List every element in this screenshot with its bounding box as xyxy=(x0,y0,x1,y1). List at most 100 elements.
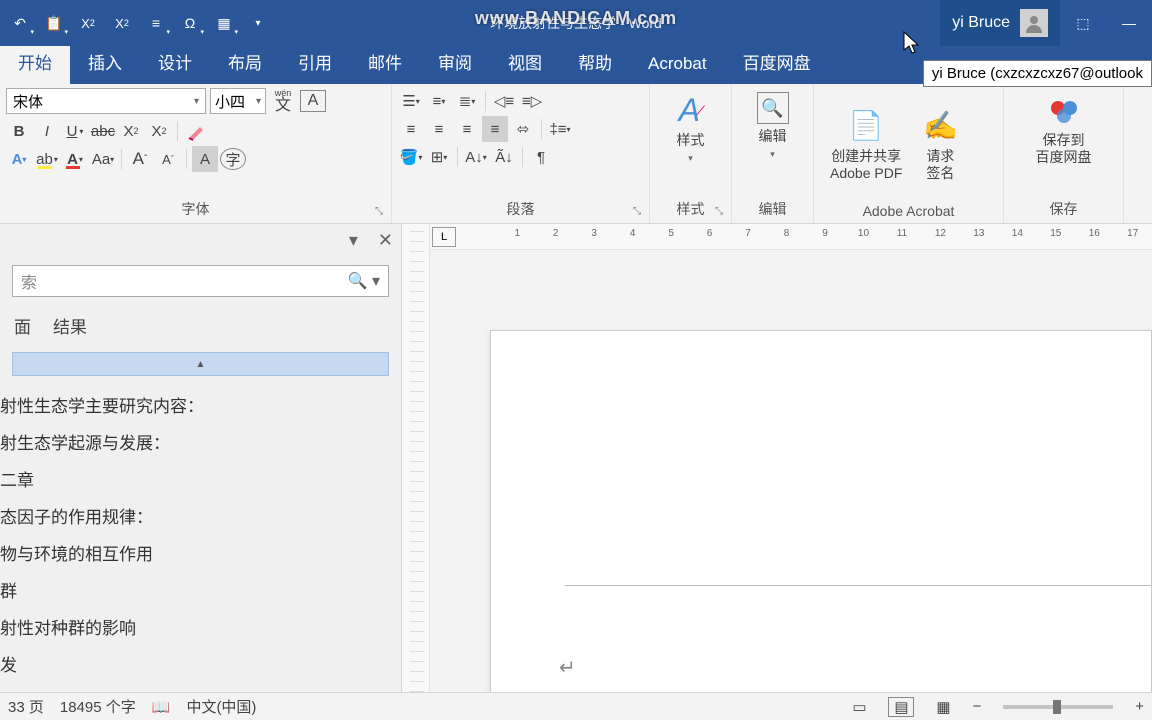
tab-references[interactable]: 引用 xyxy=(280,41,350,84)
nav-item[interactable]: 物与环境的相互作用 xyxy=(0,534,401,571)
spellcheck-icon[interactable]: 📖 xyxy=(152,698,171,716)
tab-design[interactable]: 设计 xyxy=(140,41,210,84)
tab-view[interactable]: 视图 xyxy=(490,41,560,84)
styles-dialog-launcher[interactable]: ⤡ xyxy=(715,206,723,217)
strikethrough-button[interactable]: abc xyxy=(90,118,116,144)
nav-tab-results[interactable]: 结果 xyxy=(53,313,87,338)
superscript-button-ribbon[interactable]: X2 xyxy=(146,118,172,144)
enclose-char-button[interactable]: 字 xyxy=(220,148,246,170)
multilevel-button[interactable]: ≣▾ xyxy=(454,88,480,114)
tab-insert[interactable]: 插入 xyxy=(70,41,140,84)
para-dialog-launcher[interactable]: ⤡ xyxy=(633,206,641,217)
paste-button[interactable]: 📋▾ xyxy=(38,8,70,38)
page-surface[interactable]: ↵ xyxy=(430,250,1152,692)
request-sign-button[interactable]: ✍ 请求签名 xyxy=(912,88,968,201)
zoom-in-button[interactable]: + xyxy=(1135,698,1144,715)
horizontal-ruler[interactable]: L 1234567891011121314151617 xyxy=(430,224,1152,250)
create-pdf-button[interactable]: 📄 创建并共享Adobe PDF xyxy=(820,88,912,201)
ribbon-display-button[interactable]: ⬚ xyxy=(1060,0,1106,46)
nav-item[interactable]: 射生态学起源与发展： xyxy=(0,423,401,460)
change-case-button[interactable]: Aa▾ xyxy=(90,146,116,172)
line-spacing-button[interactable]: ‡≡▾ xyxy=(547,116,573,142)
zoom-out-button[interactable]: − xyxy=(972,698,981,715)
table-button[interactable]: ▦▾ xyxy=(208,8,240,38)
tab-selector[interactable]: L xyxy=(432,227,456,247)
group-edit: 🔍 编辑 ▾ 编辑 xyxy=(732,84,814,223)
italic-button[interactable]: I xyxy=(34,118,60,144)
align-left-button[interactable]: ≡ xyxy=(398,116,424,142)
tab-help[interactable]: 帮助 xyxy=(560,41,630,84)
shrink-font-button[interactable]: Aˇ xyxy=(155,146,181,172)
page-count[interactable]: 33 页 xyxy=(8,696,44,717)
font-color-button[interactable]: A▾ xyxy=(62,146,88,172)
highlight-button[interactable]: ab▾ xyxy=(34,146,60,172)
tab-review[interactable]: 审阅 xyxy=(420,41,490,84)
decrease-indent-button[interactable]: ◁≡ xyxy=(491,88,517,114)
show-marks-button[interactable]: ¶ xyxy=(528,144,554,170)
font-name-combo[interactable]: 宋体▾ xyxy=(6,88,206,114)
char-border-button[interactable]: A xyxy=(300,90,326,112)
nav-collapse-bar[interactable]: ▲ xyxy=(12,352,389,376)
group-acrobat-label: Adobe Acrobat xyxy=(820,201,997,221)
align-right-button[interactable]: ≡ xyxy=(454,116,480,142)
superscript-button[interactable]: X2 xyxy=(72,8,104,38)
page[interactable]: ↵ xyxy=(490,330,1152,692)
minimize-button[interactable]: — xyxy=(1106,0,1152,46)
word-count[interactable]: 18495 个字 xyxy=(60,696,136,717)
grow-font-button[interactable]: Aˆ xyxy=(127,146,153,172)
tab-baidu[interactable]: 百度网盘 xyxy=(725,41,829,84)
borders-button[interactable]: ⊞▾ xyxy=(426,144,452,170)
subscript-button[interactable]: X2 xyxy=(106,8,138,38)
nav-item[interactable]: 群 xyxy=(0,571,401,608)
font-size-combo[interactable]: 小四▾ xyxy=(210,88,266,114)
save-baidu-button[interactable]: 保存到百度网盘 xyxy=(1010,88,1117,170)
nav-item[interactable]: 态因子的作用规律： xyxy=(0,497,401,534)
symbol-button[interactable]: Ω▾ xyxy=(174,8,206,38)
nav-item[interactable]: 发 xyxy=(0,645,401,682)
shading-button[interactable]: 🪣▾ xyxy=(398,144,424,170)
styles-button[interactable]: A⁄ 样式 ▾ xyxy=(656,88,725,168)
subscript-button-ribbon[interactable]: X2 xyxy=(118,118,144,144)
nav-item[interactable]: 射性对种群的影响 xyxy=(0,608,401,645)
edit-button[interactable]: 🔍 编辑 ▾ xyxy=(738,88,807,164)
nav-item[interactable]: 二章 xyxy=(0,460,401,497)
phonetic-guide-button[interactable]: wén文 xyxy=(270,88,296,114)
zoom-slider[interactable] xyxy=(1003,705,1113,709)
distributed-button[interactable]: ⬄ xyxy=(510,116,536,142)
sort-button[interactable]: A↓▾ xyxy=(463,144,489,170)
tab-mailings[interactable]: 邮件 xyxy=(350,41,420,84)
web-layout-button[interactable]: ▦ xyxy=(930,697,956,717)
nav-tab-headings[interactable]: 面 xyxy=(14,313,31,338)
user-account[interactable]: yi Bruce xyxy=(940,0,1060,46)
numbering-button[interactable]: ≡▾ xyxy=(426,88,452,114)
clear-format-button[interactable] xyxy=(183,118,209,144)
print-layout-button[interactable]: ▤ xyxy=(888,697,914,717)
tab-layout[interactable]: 布局 xyxy=(210,41,280,84)
bold-button[interactable]: B xyxy=(6,118,32,144)
text-effects-button[interactable]: A▾ xyxy=(6,146,32,172)
nav-close-button[interactable]: ✕ xyxy=(378,230,393,251)
font-dialog-launcher[interactable]: ⤡ xyxy=(375,206,383,217)
increase-indent-button[interactable]: ≡▷ xyxy=(519,88,545,114)
bullets-button[interactable]: ☰▾ xyxy=(398,88,424,114)
nav-search-input[interactable]: 索 🔍 ▾ xyxy=(12,265,389,297)
align-button[interactable]: ≡▾ xyxy=(140,8,172,38)
vertical-ruler[interactable] xyxy=(402,224,430,692)
language-status[interactable]: 中文(中国) xyxy=(186,696,256,717)
qat-customize[interactable]: ▾ xyxy=(242,8,274,38)
align-center-button[interactable]: ≡ xyxy=(426,116,452,142)
tab-home[interactable]: 开始 xyxy=(0,41,70,84)
sort2-button[interactable]: Ã↓ xyxy=(491,144,517,170)
status-bar: 33 页 18495 个字 📖 中文(中国) ▭ ▤ ▦ − + xyxy=(0,692,1152,720)
nav-dropdown[interactable]: ▾ xyxy=(349,230,358,251)
tab-acrobat[interactable]: Acrobat xyxy=(630,46,725,84)
pdf-icon: 📄 xyxy=(848,108,884,144)
read-mode-button[interactable]: ▭ xyxy=(846,697,872,717)
nav-item[interactable]: 射性生态学主要研究内容： xyxy=(0,386,401,423)
justify-button[interactable]: ≡ xyxy=(482,116,508,142)
search-icon: 🔍 xyxy=(757,92,789,124)
group-font-label: 字体⤡ xyxy=(6,197,385,221)
char-shading-button[interactable]: A xyxy=(192,146,218,172)
underline-button[interactable]: U▾ xyxy=(62,118,88,144)
undo-button[interactable]: ↶▾ xyxy=(4,8,36,38)
